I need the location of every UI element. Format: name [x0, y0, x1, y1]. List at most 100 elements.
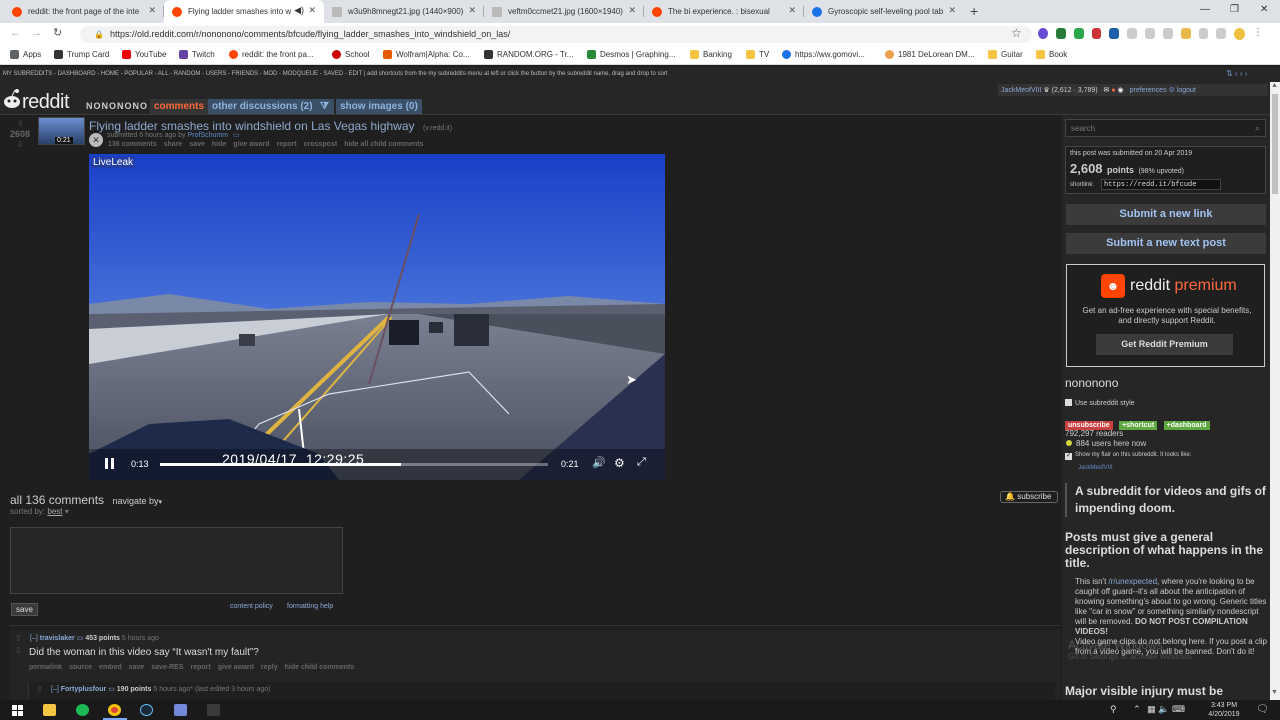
shortlink-input[interactable]: https://redd.it/bfcude [1101, 179, 1221, 190]
comment-author[interactable]: travislaker [40, 635, 75, 642]
embed-link[interactable]: embed [99, 664, 122, 671]
settings-gear-icon[interactable]: ⚙ [614, 456, 625, 470]
submit-link-button[interactable]: Submit a new link [1066, 204, 1266, 225]
extension-icon[interactable] [1109, 28, 1120, 39]
browser-tab[interactable]: Gyroscopic self-leveling pool tab ✕ [804, 0, 964, 23]
pause-icon[interactable] [105, 458, 115, 469]
volume-icon[interactable]: 🔊 [592, 456, 606, 469]
hide-link[interactable]: hide [212, 141, 226, 148]
address-bar[interactable]: 🔒 https://old.reddit.com/r/nononono/comme… [80, 26, 1032, 43]
hide-child-comments-link[interactable]: hide child comments [285, 664, 355, 671]
logout-link[interactable]: logout [1177, 87, 1196, 94]
save-link[interactable]: save [129, 664, 145, 671]
show-hidden-icon[interactable]: ⌃ [1133, 704, 1141, 714]
post-author[interactable]: ProfSchumm [188, 132, 228, 139]
formatting-help-link[interactable]: formatting help [287, 603, 333, 610]
search-input[interactable]: search ⌕ [1065, 119, 1266, 137]
share-link[interactable]: share [164, 141, 183, 148]
close-tab-icon[interactable]: ✕ [628, 5, 636, 16]
bookmark-star-icon[interactable]: ☆ [1011, 26, 1022, 40]
scrollbar-thumb[interactable] [1272, 94, 1278, 194]
bookmark-item[interactable]: TV [746, 50, 769, 59]
source-link[interactable]: source [69, 664, 92, 671]
mod-mail-icon[interactable]: ◉ [1118, 87, 1124, 94]
extension-icon[interactable] [1091, 28, 1102, 39]
get-premium-button[interactable]: Get Reddit Premium [1096, 334, 1233, 355]
forward-icon[interactable]: → [31, 27, 42, 39]
bookmark-item[interactable]: reddit: the front pa... [229, 50, 314, 59]
reload-icon[interactable]: ↻ [53, 26, 62, 39]
caret-down-icon[interactable]: ▾ [63, 507, 69, 516]
comment-textarea[interactable] [10, 527, 343, 594]
comment-author[interactable]: Fortyplusfour [61, 686, 107, 693]
extension-icon[interactable] [1162, 28, 1173, 39]
network-icon[interactable]: ▦ [1147, 704, 1156, 714]
mail-icon[interactable]: ✉ [1104, 87, 1110, 94]
reply-link[interactable]: reply [261, 664, 278, 671]
give-award-link[interactable]: give award [233, 141, 269, 148]
extension-icon[interactable] [1216, 28, 1227, 39]
bookmark-item[interactable]: Apps [10, 50, 41, 59]
subreddit-title[interactable]: NONONONO [86, 101, 148, 111]
sort-dropdown[interactable]: best [47, 507, 62, 516]
navigate-by-link[interactable]: navigate by [113, 496, 159, 506]
bookmark-item[interactable]: School [332, 50, 369, 59]
discord-icon[interactable] [174, 704, 187, 716]
bookmark-item[interactable]: Banking [690, 50, 732, 59]
snoo-logo-icon[interactable] [2, 85, 22, 112]
save-link[interactable]: save [189, 141, 205, 148]
close-tab-icon[interactable]: ✕ [468, 5, 476, 16]
subreddit-name[interactable]: nononono [1065, 376, 1118, 390]
orangered-icon[interactable]: ● [1111, 87, 1115, 94]
tab-comments[interactable]: comments [150, 99, 209, 114]
upvote-arrow-icon[interactable]: ⇧ [17, 119, 24, 128]
steam-icon[interactable] [140, 704, 153, 716]
bookmark-item[interactable]: Wolfram|Alpha: Co... [383, 50, 470, 59]
bookmark-item[interactable]: Desmos | Graphing... [587, 50, 675, 59]
subreddit-bar[interactable]: MY SUBREDDITS - DASHBOARD - HOME - POPUL… [0, 67, 1280, 82]
browser-tab[interactable]: The bi experience. : bisexual ✕ [644, 0, 804, 23]
content-policy-link[interactable]: content policy [230, 603, 273, 610]
srbar-arrows-icon[interactable]: ⇅ ‹ › › [1226, 69, 1247, 78]
app-icon[interactable] [207, 704, 220, 716]
preferences-link[interactable]: preferences [1130, 87, 1167, 94]
downvote-arrow-icon[interactable]: ⇩ [17, 140, 24, 149]
username-link[interactable]: JackMeofVIII [1001, 87, 1041, 94]
seek-bar[interactable] [160, 463, 548, 466]
chrome-icon[interactable] [108, 704, 121, 716]
browser-tab[interactable]: w3u9h8mnegt21.jpg (1440×900) ✕ [324, 0, 484, 23]
crosspost-link[interactable]: crosspost [304, 141, 337, 148]
close-tab-icon[interactable]: ✕ [308, 5, 316, 16]
close-window-icon[interactable]: ✕ [1260, 4, 1268, 15]
bookmark-item[interactable]: Guitar [988, 50, 1023, 59]
search-icon[interactable]: ⌕ [1255, 123, 1260, 134]
post-domain[interactable]: (v.redd.it) [423, 125, 452, 132]
tab-other-discussions[interactable]: other discussions (2) [208, 99, 317, 114]
collapse-video-icon[interactable]: ✕ [89, 133, 103, 147]
extension-icon[interactable] [1038, 28, 1048, 39]
extension-icon[interactable] [1127, 28, 1138, 39]
scroll-up-icon[interactable]: ▲ [1271, 82, 1278, 89]
collapse-toggle[interactable]: [–] [51, 686, 59, 693]
menu-kebab-icon[interactable]: ⋮ [1253, 28, 1263, 40]
unexpected-link[interactable]: /r/unexpected [1109, 577, 1157, 586]
extension-icon[interactable] [1180, 28, 1191, 39]
keyboard-icon[interactable]: ⌨ [1172, 704, 1185, 714]
gear-icon[interactable]: ⚙ [1169, 87, 1175, 94]
extension-icon[interactable] [1145, 28, 1155, 39]
browser-tab[interactable]: reddit: the front page of the inte ✕ [4, 0, 164, 23]
bookmark-item[interactable]: https://ww.gomovi... [782, 50, 865, 59]
minimize-icon[interactable]: — [1200, 4, 1210, 15]
extension-icon[interactable] [1198, 28, 1209, 39]
windows-start-icon[interactable] [12, 705, 23, 716]
use-style-checkbox[interactable] [1065, 399, 1072, 406]
save-res-link[interactable]: save-RES [151, 664, 183, 671]
upvote-arrow-icon[interactable]: ⇧ [15, 634, 22, 643]
clock[interactable]: 3:43 PM 4/20/2019 [1204, 701, 1244, 719]
file-explorer-icon[interactable] [43, 704, 56, 716]
profile-avatar-icon[interactable] [1234, 28, 1246, 40]
bookmark-item[interactable]: Book [1036, 50, 1067, 59]
audio-playing-icon[interactable]: ◀) [294, 5, 304, 16]
close-tab-icon[interactable]: ✕ [148, 5, 156, 16]
tab-show-images[interactable]: show images (0) [336, 99, 422, 114]
